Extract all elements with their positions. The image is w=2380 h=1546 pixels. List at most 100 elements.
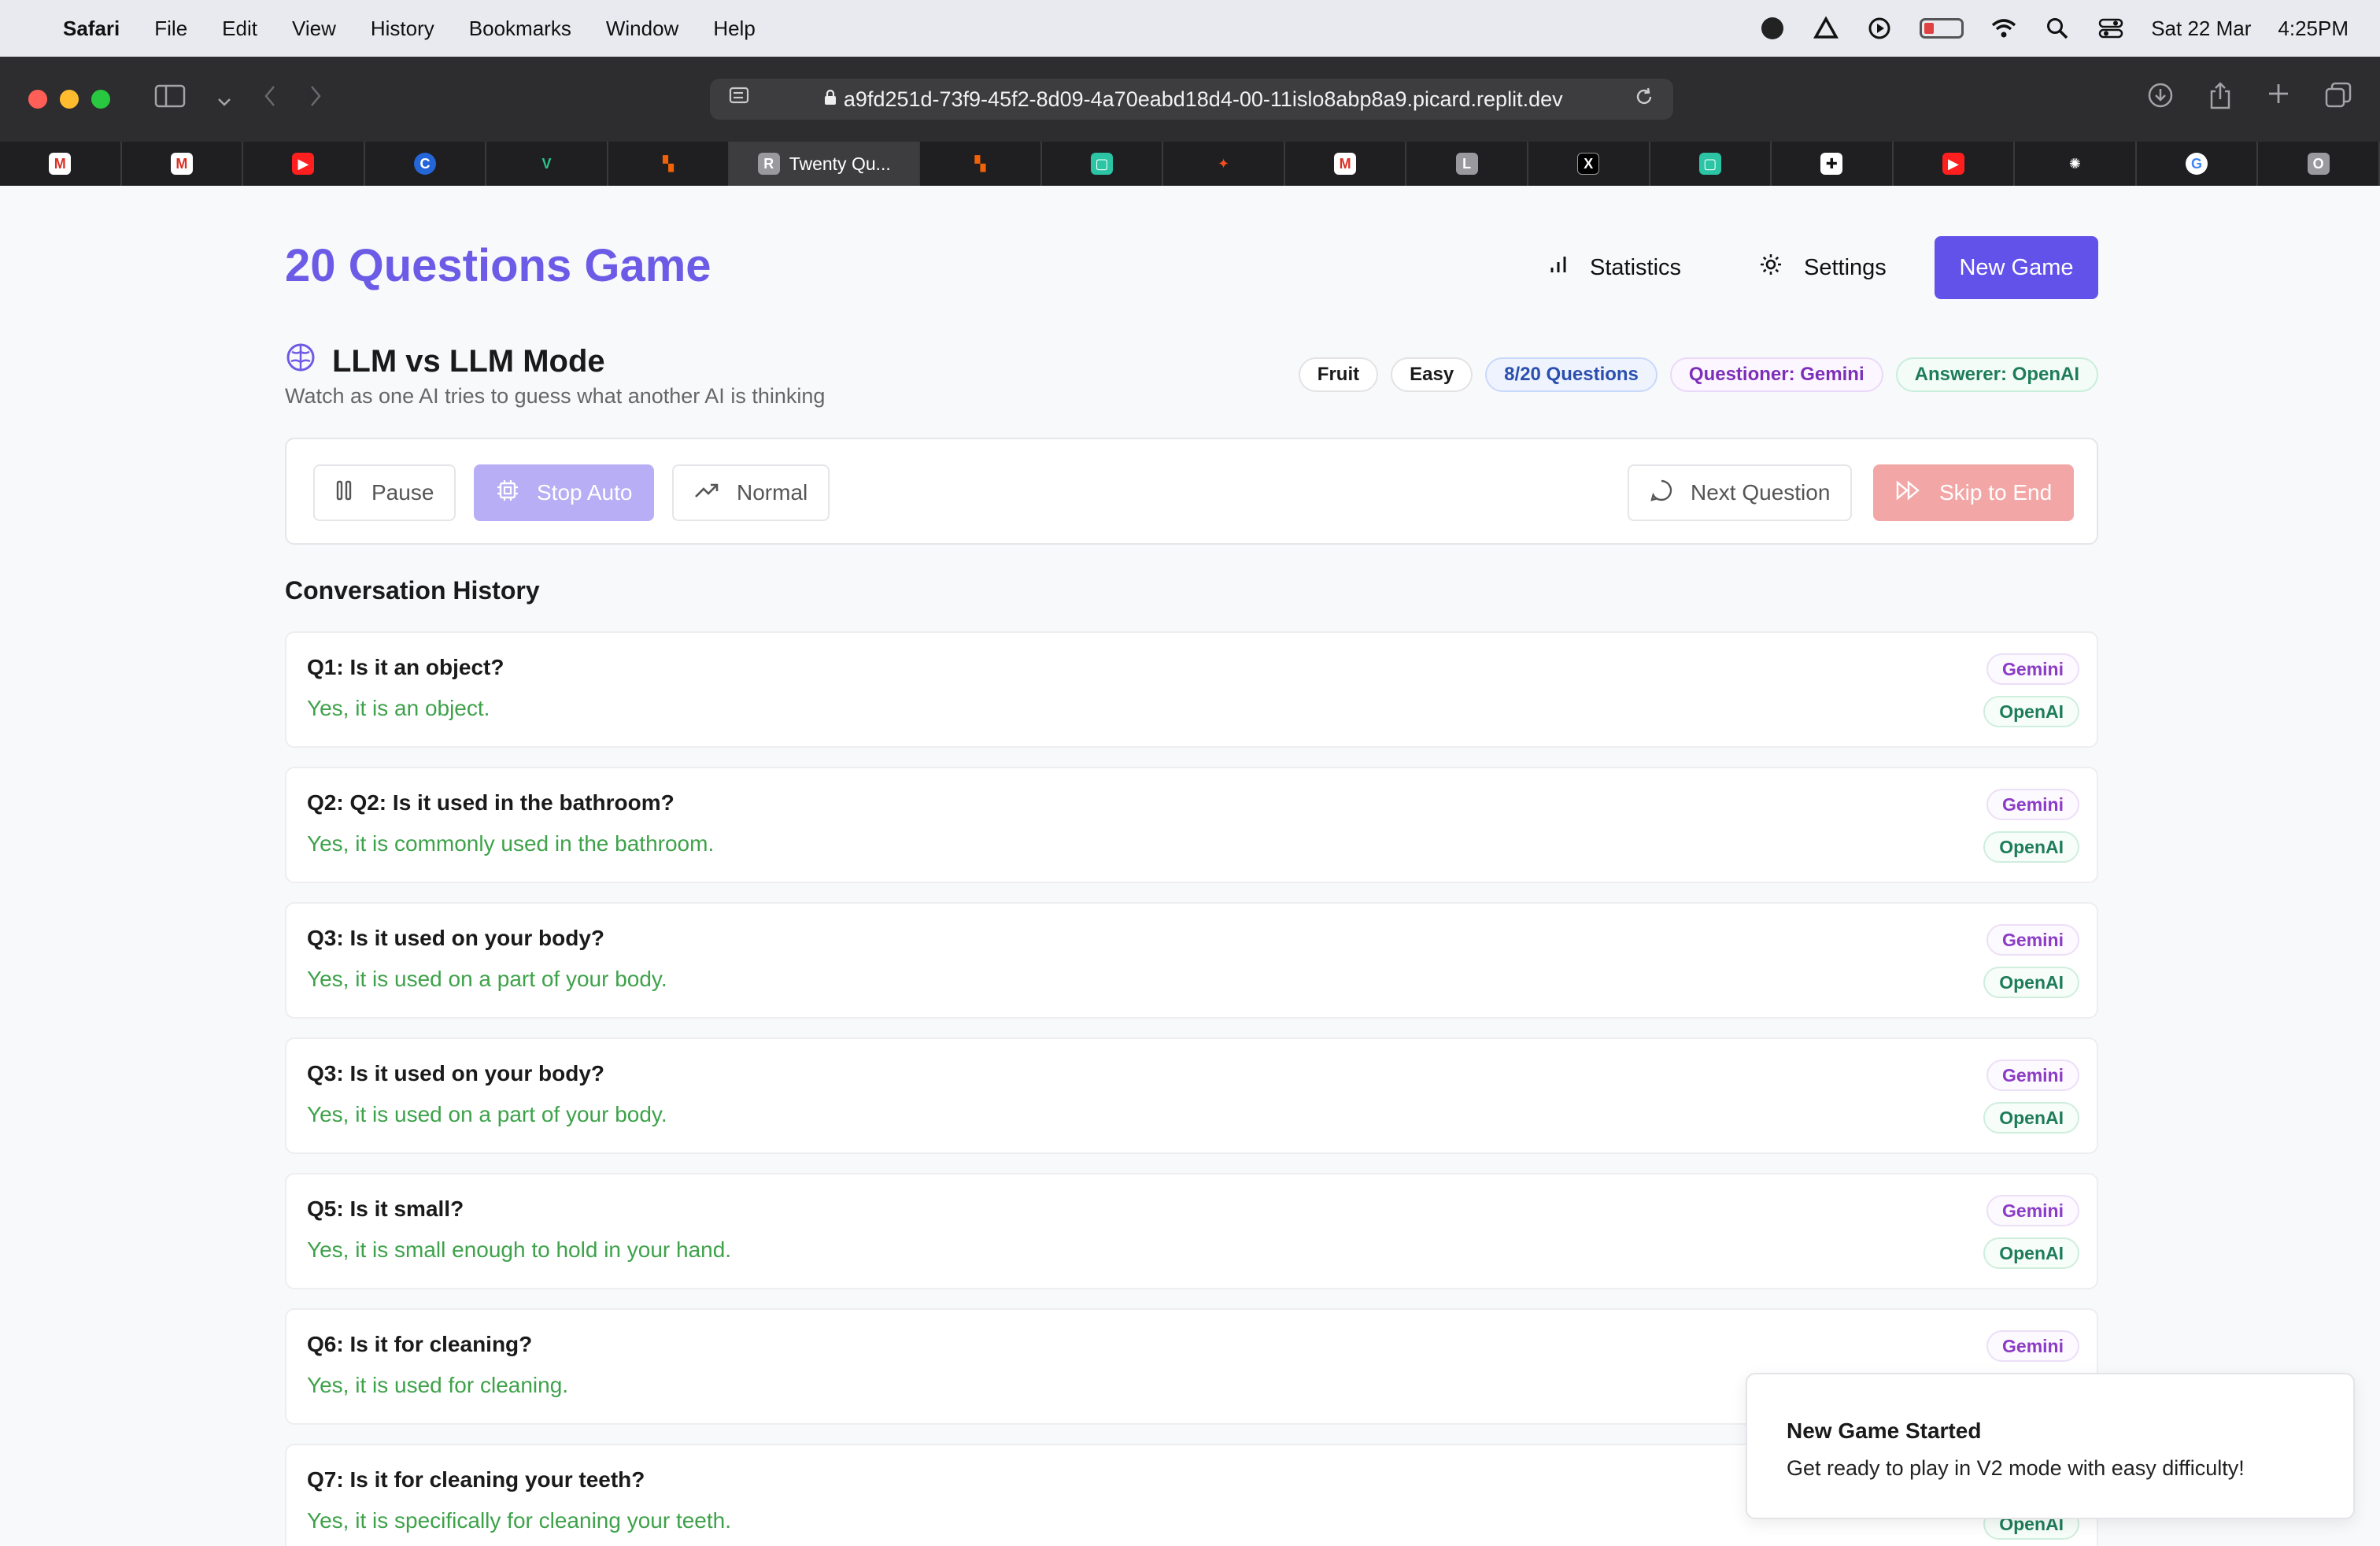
- v-logo-icon: V: [541, 155, 552, 172]
- menu-edit[interactable]: Edit: [222, 17, 257, 41]
- replit-icon: ▚: [974, 155, 986, 172]
- menubar-time[interactable]: 4:25PM: [2278, 17, 2349, 41]
- stop-auto-label: Stop Auto: [537, 480, 633, 505]
- question-text: Q2: Q2: Is it used in the bathroom?: [307, 790, 674, 815]
- spotlight-search-icon[interactable]: [2044, 15, 2071, 42]
- drive-icon[interactable]: [1813, 15, 1839, 42]
- tab-overview-icon[interactable]: [2325, 82, 2352, 117]
- progress-badge: 8/20 Questions: [1485, 357, 1658, 392]
- menu-bookmarks[interactable]: Bookmarks: [469, 17, 571, 41]
- menu-help[interactable]: Help: [713, 17, 755, 41]
- answer-text: Yes, it is small enough to hold in your …: [307, 1237, 732, 1262]
- tab-gmail-3[interactable]: M: [1285, 142, 1407, 186]
- browser-toolbar: a9fd251d-73f9-45f2-8d09-4a70eabd18d4-00-…: [0, 57, 2380, 142]
- menu-view[interactable]: View: [292, 17, 336, 41]
- speed-button[interactable]: Normal: [672, 464, 830, 521]
- wifi-icon[interactable]: [1990, 15, 2017, 42]
- next-question-label: Next Question: [1691, 480, 1831, 505]
- gmail-icon: M: [170, 153, 193, 175]
- close-window-button[interactable]: [28, 90, 47, 109]
- next-question-button[interactable]: Next Question: [1628, 464, 1853, 521]
- statistics-button[interactable]: Statistics: [1547, 236, 1681, 299]
- question-text: Q1: Is it an object?: [307, 655, 504, 679]
- page-content: 20 Questions Game Statistics Settings Ne…: [0, 186, 2380, 1546]
- timer-status-icon[interactable]: [1759, 15, 1786, 42]
- back-arrow-icon[interactable]: [263, 84, 277, 114]
- answer-text: Yes, it is used on a part of your body.: [307, 967, 667, 991]
- tab-teal-2[interactable]: ▢: [1650, 142, 1772, 186]
- grid-app-icon: ✚: [1820, 153, 1843, 175]
- tab-google[interactable]: G: [2137, 142, 2259, 186]
- o-favicon-icon: O: [2307, 153, 2330, 175]
- menu-file[interactable]: File: [154, 17, 187, 41]
- new-game-button[interactable]: New Game: [1935, 236, 2098, 299]
- pause-button[interactable]: Pause: [313, 464, 456, 521]
- control-center-icon[interactable]: [2097, 15, 2124, 42]
- tab-figma[interactable]: ✦: [1163, 142, 1285, 186]
- answerer-tag: OpenAI: [1983, 696, 2079, 727]
- bar-chart-icon: [1547, 253, 1569, 282]
- tab-l-app[interactable]: L: [1406, 142, 1528, 186]
- speed-label: Normal: [737, 480, 808, 505]
- gmail-icon: M: [1334, 153, 1357, 175]
- tab-crunchbase[interactable]: C: [365, 142, 487, 186]
- toast-notification[interactable]: New Game Started Get ready to play in V2…: [1746, 1373, 2355, 1519]
- menubar-date[interactable]: Sat 22 Mar: [2151, 17, 2251, 41]
- message-circle-icon: [1650, 479, 1673, 508]
- page-settings-icon[interactable]: [729, 87, 752, 113]
- game-controls-panel: Pause Stop Auto Normal Next Question Ski…: [285, 438, 2098, 545]
- minimize-window-button[interactable]: [60, 90, 79, 109]
- fast-forward-icon: [1895, 479, 1922, 506]
- forward-arrow-icon[interactable]: [309, 84, 323, 114]
- menu-app-safari[interactable]: Safari: [63, 17, 120, 41]
- answerer-tag: OpenAI: [1983, 1102, 2079, 1134]
- reload-icon[interactable]: [1634, 87, 1654, 113]
- battery-icon[interactable]: [1920, 18, 1964, 39]
- tab-bar: M M ▶ C V ▚ R Twenty Qu... ▚ ▢ ✦ M L X ▢…: [0, 142, 2380, 186]
- game-info-badges: Fruit Easy 8/20 Questions Questioner: Ge…: [1298, 357, 2098, 392]
- difficulty-badge: Easy: [1391, 357, 1473, 392]
- url-text[interactable]: a9fd251d-73f9-45f2-8d09-4a70eabd18d4-00-…: [752, 87, 1634, 112]
- tab-gmail-2[interactable]: M: [122, 142, 244, 186]
- conversation-item: Q3: Is it used on your body? Yes, it is …: [285, 1037, 2098, 1154]
- tab-x[interactable]: X: [1528, 142, 1650, 186]
- tab-replit-1[interactable]: ▚: [608, 142, 730, 186]
- questioner-tag: Gemini: [1986, 1330, 2079, 1362]
- tab-replit-2[interactable]: ▚: [920, 142, 1042, 186]
- question-text: Q7: Is it for cleaning your teeth?: [307, 1467, 645, 1492]
- sidebar-toggle-icon[interactable]: [154, 84, 186, 114]
- tab-title: Twenty Qu...: [789, 153, 891, 174]
- tab-vercel-v[interactable]: V: [486, 142, 608, 186]
- settings-button[interactable]: Settings: [1758, 236, 1887, 299]
- tab-teal-1[interactable]: ▢: [1042, 142, 1164, 186]
- cpu-icon: [496, 479, 519, 508]
- menu-history[interactable]: History: [371, 17, 434, 41]
- address-bar[interactable]: a9fd251d-73f9-45f2-8d09-4a70eabd18d4-00-…: [710, 79, 1673, 120]
- youtube-icon: ▶: [1942, 153, 1964, 175]
- share-icon[interactable]: [2208, 82, 2232, 117]
- window-controls: [28, 90, 110, 109]
- tab-twenty-questions[interactable]: R Twenty Qu...: [730, 142, 921, 186]
- l-favicon-icon: L: [1455, 153, 1478, 175]
- tab-openai[interactable]: ✺: [2015, 142, 2137, 186]
- pause-icon: [335, 479, 354, 507]
- tab-youtube-2[interactable]: ▶: [1894, 142, 2016, 186]
- answer-text: Yes, it is used for cleaning.: [307, 1373, 569, 1397]
- tab-youtube-1[interactable]: ▶: [243, 142, 365, 186]
- tab-o-app[interactable]: O: [2258, 142, 2380, 186]
- answer-text: Yes, it is specifically for cleaning you…: [307, 1508, 732, 1533]
- stop-auto-button[interactable]: Stop Auto: [474, 464, 655, 521]
- new-tab-icon[interactable]: [2267, 82, 2290, 117]
- zoom-window-button[interactable]: [91, 90, 110, 109]
- brain-icon: [285, 342, 316, 381]
- conversation-item: Q3: Is it used on your body? Yes, it is …: [285, 902, 2098, 1019]
- question-text: Q6: Is it for cleaning?: [307, 1332, 533, 1356]
- tab-gmail-1[interactable]: M: [0, 142, 122, 186]
- skip-to-end-button[interactable]: Skip to End: [1873, 464, 2075, 521]
- downloads-icon[interactable]: [2147, 82, 2174, 117]
- menu-window[interactable]: Window: [606, 17, 678, 41]
- chevron-down-icon[interactable]: [217, 85, 231, 114]
- play-circle-icon[interactable]: [1866, 15, 1893, 42]
- tab-grid-app[interactable]: ✚: [1772, 142, 1894, 186]
- toast-message: Get ready to play in V2 mode with easy d…: [1787, 1456, 2245, 1480]
